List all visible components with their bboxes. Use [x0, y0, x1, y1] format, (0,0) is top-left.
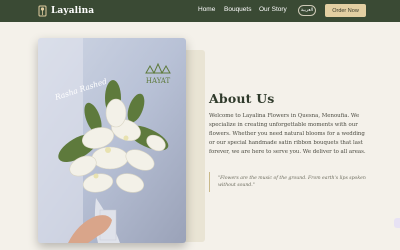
language-toggle-button[interactable]: العربية: [298, 5, 316, 16]
brand-name: Layalina: [51, 6, 95, 16]
navbar: Layalina Home Bouquets Our Story العربية…: [0, 0, 400, 22]
floating-widget-tab[interactable]: [394, 218, 400, 228]
about-description: Welcome to Layalina Flowers in Quesna, M…: [209, 113, 366, 155]
bouquet-photo: HAYAT Rasha Rashed: [38, 38, 186, 243]
nav-link-home[interactable]: Home: [198, 6, 215, 13]
brand-logo[interactable]: Layalina: [38, 4, 94, 18]
nav-link-bouquets[interactable]: Bouquets: [224, 6, 251, 13]
nav-link-our-story[interactable]: Our Story: [259, 6, 287, 13]
flower-icon: [38, 5, 47, 17]
logo-text: HAYAT: [146, 77, 171, 85]
bouquet-illustration: HAYAT Rasha Rashed: [38, 38, 186, 243]
quote-block: "Flowers are the music of the ground. Fr…: [209, 172, 369, 192]
order-now-button[interactable]: Order Now: [325, 4, 366, 17]
about-title: About Us: [209, 91, 275, 106]
